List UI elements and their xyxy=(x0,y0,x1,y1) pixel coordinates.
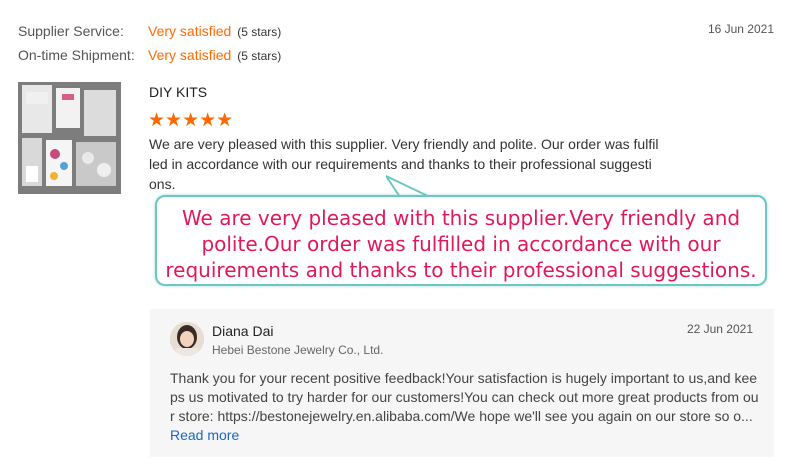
avatar-photo-icon xyxy=(170,322,204,356)
avatar xyxy=(170,322,204,356)
rating-stars-text: (5 stars) xyxy=(237,49,282,63)
translation-callout: We are very pleased with this supplier.V… xyxy=(155,195,767,286)
rating-value: Very satisfied xyxy=(148,23,232,39)
reply-author-name: Diana Dai xyxy=(212,323,274,339)
reply-text-block: Thank you for your recent positive feedb… xyxy=(170,369,760,445)
callout-text: We are very pleased with this supplier.V… xyxy=(165,206,757,282)
on-time-shipment-rating: On-time Shipment: Very satisfied (5 stars) xyxy=(18,47,281,63)
rating-stars-text: (5 stars) xyxy=(237,25,282,39)
reply-date: 22 Jun 2021 xyxy=(686,322,753,336)
reply-text: Thank you for your recent positive feedb… xyxy=(170,370,759,424)
rating-label: Supplier Service: xyxy=(18,23,124,39)
review-stars: ★★★★★ xyxy=(148,110,234,131)
rating-label: On-time Shipment: xyxy=(18,47,135,63)
supplier-service-rating: Supplier Service: Very satisfied (5 stars) xyxy=(18,23,281,39)
reply-company: Hebei Bestone Jewelry Co., Ltd. xyxy=(212,343,384,357)
supplier-reply: Diana Dai Hebei Bestone Jewelry Co., Ltd… xyxy=(150,309,774,457)
read-more-link[interactable]: Read more xyxy=(170,427,239,443)
product-photo-icon xyxy=(18,82,121,194)
rating-value: Very satisfied xyxy=(148,47,232,63)
review-date: 16 Jun 2021 xyxy=(707,22,774,36)
product-thumbnail[interactable] xyxy=(18,82,121,194)
product-title: DIY KITS xyxy=(149,84,208,100)
